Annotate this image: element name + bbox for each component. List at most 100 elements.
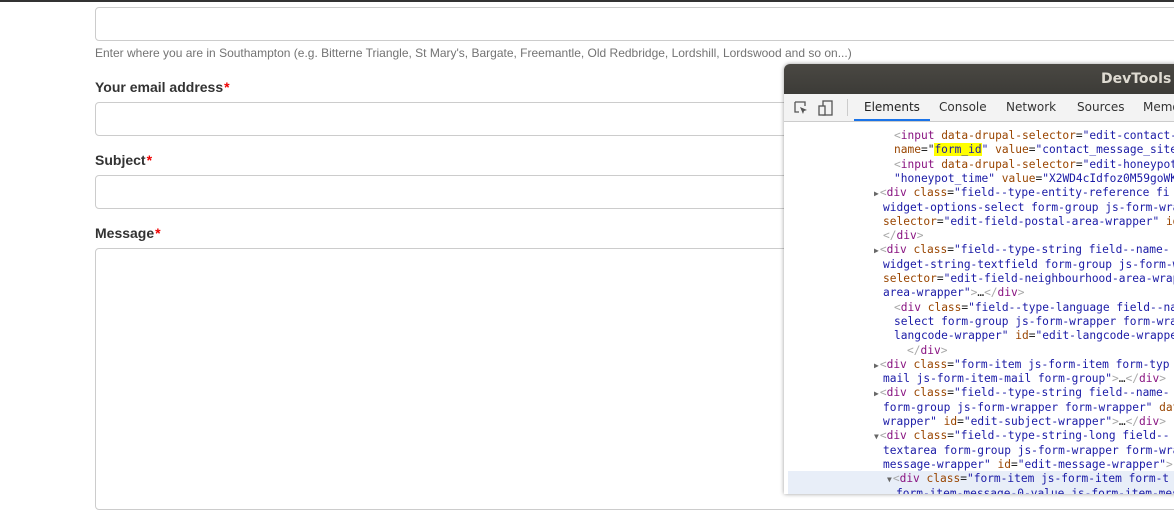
dom-tree-line[interactable]: ▶<div class="field--type-string field--n… — [883, 386, 1170, 400]
dom-tree-line[interactable]: ▶<div class="field--type-string field--n… — [883, 243, 1170, 257]
dom-tree-line[interactable]: name="form_id" value="contact_message_si… — [894, 143, 1174, 157]
code-token — [937, 415, 944, 428]
code-token: div — [896, 229, 916, 242]
dom-tree-line[interactable]: wrapper" id="edit-subject-wrapper">…</di… — [883, 415, 1166, 429]
code-token: data-drupal-selector — [941, 158, 1076, 171]
code-token: > — [1159, 372, 1166, 385]
code-token: textarea form-group js-form-wrapper form… — [883, 444, 1174, 457]
expand-triangle-icon[interactable]: ▶ — [874, 189, 879, 198]
tab-elements[interactable]: Elements — [854, 94, 930, 121]
collapse-triangle-icon[interactable]: ▼ — [887, 475, 892, 484]
devtools-window: DevTools - Elements Console Network Sour… — [784, 64, 1174, 494]
code-token: div — [900, 472, 920, 485]
dom-tree-line[interactable]: </div> — [883, 229, 923, 243]
code-token — [907, 358, 914, 371]
code-token: class — [914, 186, 948, 199]
expand-triangle-icon[interactable]: ▶ — [874, 389, 879, 398]
code-token: "contact_message_sitew — [1036, 143, 1174, 156]
code-token: = — [960, 472, 967, 485]
dom-tree-line[interactable]: selector="edit-field-postal-area-wrapper… — [883, 215, 1174, 229]
dom-tree-line[interactable]: <input data-drupal-selector="edit-honeyp… — [894, 158, 1174, 172]
code-token: "form-item js-form-item form-t — [967, 472, 1169, 485]
dom-tree-line[interactable]: form-group js-form-wrapper form-wrapper"… — [883, 401, 1174, 415]
code-token: "form-item js-form-item form-typ — [954, 358, 1170, 371]
code-token: id — [944, 415, 957, 428]
dom-tree-line[interactable]: area-wrapper">…</div> — [883, 286, 1025, 300]
code-token: dat — [1159, 401, 1174, 414]
code-token: class — [927, 472, 961, 485]
code-token: < — [880, 186, 887, 199]
dom-tree-line[interactable]: message-wrapper" id="edit-message-wrappe… — [883, 458, 1173, 472]
expand-triangle-icon[interactable]: ▶ — [874, 246, 879, 255]
dom-tree-line[interactable]: selector="edit-field-neighbourhood-area-… — [883, 272, 1174, 286]
code-token: class — [928, 301, 962, 314]
code-token — [1159, 215, 1166, 228]
tab-sources[interactable]: Sources — [1077, 94, 1124, 121]
code-token: wrapper" — [883, 415, 937, 428]
code-token: message-wrapper" — [883, 458, 991, 471]
code-token — [995, 172, 1002, 185]
collapse-triangle-icon[interactable]: ▼ — [874, 432, 879, 441]
code-token: "edit-field-postal-area-wrapper" — [944, 215, 1160, 228]
code-token: </ — [984, 286, 997, 299]
code-token: input — [901, 158, 935, 171]
dom-tree-line[interactable]: "honeypot_time" value="X2WD4cIdfoz0M59go… — [894, 172, 1174, 186]
dom-tree-line[interactable]: widget-options-select form-group js-form… — [883, 201, 1174, 215]
dom-tree-line[interactable]: widget-string-textfield form-group js-fo… — [883, 258, 1174, 272]
code-token: value — [995, 143, 1029, 156]
devtools-toolbar: Elements Console Network Sources Memo — [784, 94, 1174, 122]
tab-console[interactable]: Console — [939, 94, 987, 121]
code-token: < — [880, 358, 887, 371]
code-token — [907, 243, 914, 256]
inspect-element-icon[interactable] — [793, 100, 809, 116]
dom-tree-line[interactable]: ▼<div class="form-item js-form-item form… — [896, 472, 1169, 486]
code-token: … — [1119, 415, 1126, 428]
dom-tree-line[interactable]: langcode-wrapper" id="edit-langcode-wrap… — [894, 329, 1174, 343]
dom-tree-line[interactable]: <div class="field--type-language field--… — [894, 301, 1174, 315]
device-toolbar-icon[interactable] — [818, 100, 834, 116]
code-token: langcode-wrapper" — [894, 329, 1009, 342]
devtools-title-bar[interactable]: DevTools - — [784, 64, 1174, 94]
neighbourhood-input[interactable] — [95, 7, 1174, 41]
code-token: > — [1018, 286, 1025, 299]
code-token: selector — [883, 272, 937, 285]
code-token: div — [1139, 372, 1159, 385]
code-token: = — [957, 415, 964, 428]
code-token: widget-options-select form-group js-form… — [883, 201, 1174, 214]
tab-network[interactable]: Network — [1006, 94, 1056, 121]
dom-tree-line[interactable]: ▶<div class="field--type-entity-referenc… — [883, 186, 1170, 200]
code-token — [991, 458, 998, 471]
dom-tree-line[interactable]: textarea form-group js-form-wrapper form… — [883, 444, 1174, 458]
dom-tree-line[interactable]: ▼<div class="field--type-string-long fie… — [883, 429, 1170, 443]
code-token: "edit-subject-wrapper" — [964, 415, 1112, 428]
code-token: widget-string-textfield form-group js-fo… — [883, 258, 1174, 271]
dom-tree-line[interactable]: select form-group js-form-wrapper form-w… — [894, 315, 1174, 329]
code-token — [920, 472, 927, 485]
code-token: = — [937, 272, 944, 285]
code-token: "field--type-string field--name- — [954, 386, 1170, 399]
code-token: = — [947, 243, 954, 256]
code-token: = — [1011, 458, 1018, 471]
dom-tree-line[interactable]: <input data-drupal-selector="edit-contac… — [894, 129, 1174, 143]
code-token: = — [947, 186, 954, 199]
dom-tree-line[interactable]: </div> — [907, 344, 947, 358]
code-token: > — [917, 229, 924, 242]
code-token: = — [1029, 329, 1036, 342]
code-token: </ — [883, 229, 896, 242]
required-marker: * — [155, 225, 160, 241]
required-marker: * — [224, 79, 229, 95]
expand-triangle-icon[interactable]: ▶ — [874, 361, 879, 370]
required-marker: * — [147, 152, 152, 168]
tab-memory[interactable]: Memo — [1143, 94, 1174, 121]
code-token: name — [894, 143, 921, 156]
code-token: area-wrapper" — [883, 286, 971, 299]
code-token: </ — [1126, 372, 1139, 385]
code-token: "edit-message-wrapper" — [1018, 458, 1166, 471]
neighbourhood-help-text: Enter where you are in Southampton (e.g.… — [95, 46, 852, 60]
code-token: div — [887, 243, 907, 256]
dom-tree-line[interactable]: mail js-form-item-mail form-group">…</di… — [883, 372, 1166, 386]
code-token: = — [947, 429, 954, 442]
code-token: "edit-langcode-wrapper — [1036, 329, 1174, 342]
code-token: class — [914, 358, 948, 371]
dom-tree-line[interactable]: ▶<div class="form-item js-form-item form… — [883, 358, 1170, 372]
